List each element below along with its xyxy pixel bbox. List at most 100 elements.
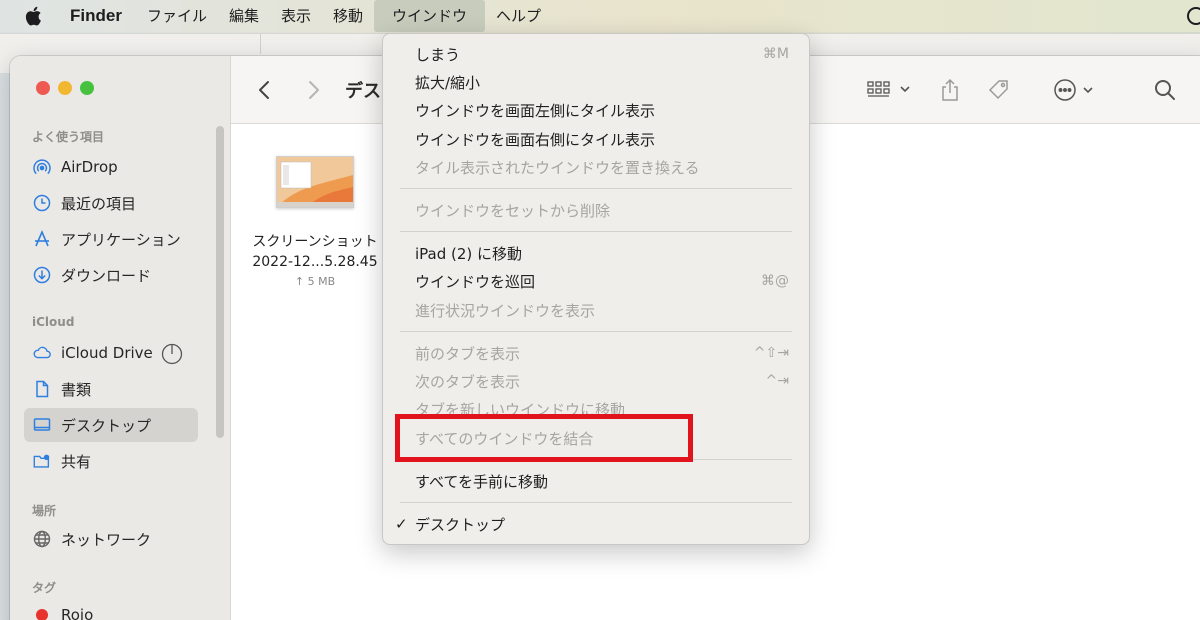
menu-help[interactable]: ヘルプ xyxy=(485,0,552,32)
file-name[interactable]: スクリーンショット 2022-12...5.28.45 xyxy=(240,232,390,272)
menu-item-desktop-window[interactable]: ✓ デスクトップ xyxy=(395,510,789,538)
menu-separator xyxy=(400,231,792,232)
menu-item-shortcut: ⌘M xyxy=(762,46,789,62)
search-icon[interactable] xyxy=(1153,78,1177,102)
tag-icon[interactable] xyxy=(987,78,1013,102)
menu-item-label: 進行状況ウインドウを表示 xyxy=(415,301,596,320)
applications-icon xyxy=(32,229,52,249)
sidebar-item-label: 書類 xyxy=(61,380,92,399)
desktop-icon xyxy=(32,415,52,435)
sidebar-item-airdrop[interactable]: AirDrop xyxy=(24,150,198,184)
sidebar-item-applications[interactable]: アプリケーション xyxy=(24,222,198,256)
window-title: デス xyxy=(345,81,381,102)
download-icon xyxy=(32,265,52,285)
minimize-button[interactable] xyxy=(58,81,72,95)
sidebar: よく使う項目 AirDrop 最近の項目 アプリケーション ダウンロード iCl… xyxy=(10,56,231,620)
section-label-icloud: iCloud xyxy=(32,315,75,329)
menu-item-label: ウインドウをセットから削除 xyxy=(415,201,611,220)
menu-go[interactable]: 移動 xyxy=(322,0,374,32)
highlight-annotation-box xyxy=(395,414,693,462)
menu-item-tile-right[interactable]: ウインドウを画面右側にタイル表示 xyxy=(415,125,789,153)
close-button[interactable] xyxy=(36,81,50,95)
menu-item-shortcut: ⌘@ xyxy=(761,273,789,289)
menu-item-shortcut: ^⇥ xyxy=(765,373,789,389)
airdrop-icon xyxy=(32,157,52,177)
shared-folder-icon xyxy=(32,451,52,471)
view-options-button[interactable] xyxy=(867,78,911,102)
menu-separator xyxy=(400,188,792,189)
menu-item-remove-from-set: ウインドウをセットから削除 xyxy=(415,196,789,224)
sidebar-item-shared[interactable]: 共有 xyxy=(24,444,198,478)
menu-item-tile-left[interactable]: ウインドウを画面左側にタイル表示 xyxy=(415,96,789,124)
menu-item-move-to-ipad[interactable]: iPad (2) に移動 xyxy=(415,239,789,267)
sidebar-item-desktop[interactable]: デスクトップ xyxy=(24,408,198,442)
sidebar-item-downloads[interactable]: ダウンロード xyxy=(24,258,198,292)
menu-item-label: しまう xyxy=(415,45,461,64)
menu-item-label: デスクトップ xyxy=(415,515,506,534)
sidebar-item-label: Rojo xyxy=(61,606,94,620)
section-label-locations: 場所 xyxy=(32,504,57,518)
menu-item-label: ウインドウを画面左側にタイル表示 xyxy=(415,101,656,120)
more-actions-button[interactable] xyxy=(1053,78,1103,102)
menu-item-previous-tab: 前のタブを表示 ^⇧⇥ xyxy=(415,339,789,367)
menu-item-cycle-windows[interactable]: ウインドウを巡回 ⌘@ xyxy=(415,267,789,295)
background-window-divider xyxy=(260,34,261,54)
sidebar-item-label: 最近の項目 xyxy=(61,194,137,213)
menu-item-bring-all-to-front[interactable]: すべてを手前に移動 xyxy=(415,467,789,495)
menu-separator xyxy=(400,331,792,332)
tag-dot-icon xyxy=(32,605,52,620)
menu-item-shortcut: ^⇧⇥ xyxy=(753,345,789,361)
sidebar-scrollbar[interactable] xyxy=(216,126,224,438)
section-label-favorites: よく使う項目 xyxy=(32,130,105,144)
sidebar-item-label: ネットワーク xyxy=(61,530,152,549)
sidebar-item-label: iCloud Drive xyxy=(61,344,153,362)
share-icon[interactable] xyxy=(939,78,961,102)
globe-icon xyxy=(32,529,52,549)
menu-window[interactable]: ウインドウ xyxy=(374,0,486,32)
menu-item-label: iPad (2) に移動 xyxy=(415,244,523,263)
window-menu-dropdown: しまう ⌘M 拡大/縮小 ウインドウを画面左側にタイル表示 ウインドウを画面右側… xyxy=(382,33,810,545)
sidebar-item-label: ダウンロード xyxy=(61,266,152,285)
cloud-icon xyxy=(32,343,52,363)
menu-item-label: すべてを手前に移動 xyxy=(415,472,549,491)
sidebar-item-label: アプリケーション xyxy=(61,230,181,249)
menu-item-progress-window: 進行状況ウインドウを表示 xyxy=(415,296,789,324)
sidebar-item-recents[interactable]: 最近の項目 xyxy=(24,186,198,220)
back-button[interactable] xyxy=(257,78,271,102)
section-label-tags: タグ xyxy=(32,581,57,595)
checkmark-icon: ✓ xyxy=(395,515,408,533)
sidebar-item-icloud-drive[interactable]: iCloud Drive xyxy=(24,336,198,370)
clock-icon xyxy=(32,193,52,213)
menu-item-label: ウインドウを巡回 xyxy=(415,272,536,291)
menu-view[interactable]: 表示 xyxy=(270,0,322,32)
menu-item-label: ウインドウを画面右側にタイル表示 xyxy=(415,130,656,149)
zoom-button[interactable] xyxy=(80,81,94,95)
menu-item-label: 次のタブを表示 xyxy=(415,372,521,391)
menu-separator xyxy=(400,502,792,503)
sidebar-item-network[interactable]: ネットワーク xyxy=(24,522,198,556)
file-thumbnail[interactable] xyxy=(276,156,354,208)
menu-item-minimize[interactable]: しまう ⌘M xyxy=(415,40,789,68)
menu-edit[interactable]: 編集 xyxy=(218,0,270,32)
window-controls xyxy=(36,81,94,95)
sidebar-item-label: 共有 xyxy=(61,452,92,471)
menu-item-label: 拡大/縮小 xyxy=(415,73,481,92)
sidebar-item-documents[interactable]: 書類 xyxy=(24,372,198,406)
file-name-line1: スクリーンショット xyxy=(252,234,378,250)
control-center-icon[interactable] xyxy=(1186,6,1200,26)
menu-item-next-tab: 次のタブを表示 ^⇥ xyxy=(415,367,789,395)
menu-file[interactable]: ファイル xyxy=(136,0,218,32)
forward-button[interactable] xyxy=(307,78,321,102)
file-name-line2: 2022-12...5.28.45 xyxy=(252,254,378,270)
sync-progress-icon xyxy=(161,343,182,365)
menu-item-label: 前のタブを表示 xyxy=(415,344,521,363)
menu-item-replace-tiled: タイル表示されたウインドウを置き換える xyxy=(415,153,789,181)
apple-logo-icon[interactable] xyxy=(24,5,44,27)
sidebar-item-label: デスクトップ xyxy=(61,416,152,435)
menu-finder[interactable]: Finder xyxy=(70,0,136,32)
menu-item-zoom[interactable]: 拡大/縮小 xyxy=(415,68,789,96)
document-icon xyxy=(32,379,52,399)
sidebar-item-tag-rojo[interactable]: Rojo xyxy=(24,598,198,620)
menu-bar: Finder ファイル 編集 表示 移動 ウインドウ ヘルプ xyxy=(0,0,1200,32)
sidebar-item-label: AirDrop xyxy=(61,158,118,176)
